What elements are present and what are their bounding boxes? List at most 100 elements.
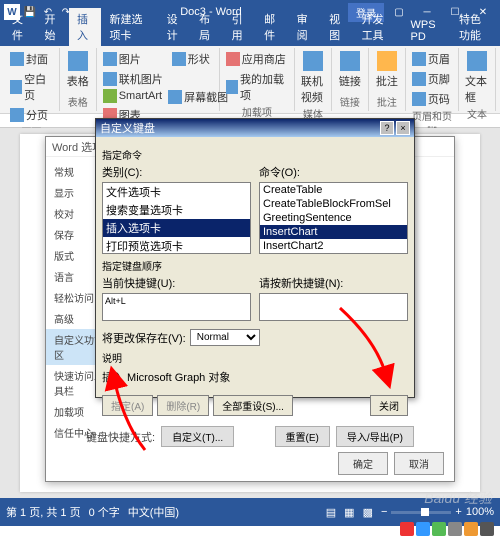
video-button[interactable]: 联机视频 (299, 50, 327, 106)
kb-current-keys[interactable]: Alt+L (102, 293, 251, 321)
tab-file[interactable]: 文件 (4, 8, 36, 46)
kb-command-label: 命令(O): (259, 164, 408, 180)
kb-close-icon[interactable]: × (396, 121, 410, 135)
tab-wps[interactable]: WPS PD (403, 16, 452, 46)
status-words[interactable]: 0 个字 (89, 504, 120, 520)
options-cancel-button[interactable]: 取消 (394, 452, 444, 475)
tab-layout[interactable]: 布局 (191, 8, 223, 46)
zoom-out-icon[interactable]: − (381, 506, 387, 518)
list-item[interactable]: CreateTableBlockFromSel (260, 197, 407, 211)
list-item[interactable]: CreateTable (260, 183, 407, 197)
group-links-label: 链接 (336, 94, 364, 109)
kb-category-list[interactable]: 文件选项卡 搜索变量选项卡 插入选项卡 打印预览选项卡 大纲显示选项卡 背景消除… (102, 182, 251, 254)
table-icon (68, 51, 88, 71)
view-print-icon[interactable]: ▦ (344, 506, 354, 519)
header-icon (412, 52, 426, 66)
smartart-button[interactable]: SmartArt (101, 88, 164, 104)
footer-button[interactable]: 页脚 (410, 70, 454, 88)
kb-section-command: 指定命令 (102, 147, 408, 162)
kb-new-label: 请按新快捷键(N): (259, 275, 408, 291)
kb-dialog-title: 自定义键盘 (100, 120, 155, 136)
ime-icon[interactable] (416, 522, 430, 536)
kb-help-icon[interactable]: ? (380, 121, 394, 135)
footer-icon (412, 72, 426, 86)
kb-reset-button[interactable]: 全部重设(S)... (213, 395, 293, 416)
textbox-icon (467, 51, 487, 71)
kb-savein-select[interactable]: Normal (190, 329, 260, 346)
list-item[interactable]: 打印预览选项卡 (103, 237, 250, 254)
store-button[interactable]: 应用商店 (224, 50, 290, 68)
kb-desc-text: 插入 Microsoft Graph 对象 (102, 367, 408, 387)
list-item[interactable]: GreetingSentence (260, 211, 407, 225)
blank-page-button[interactable]: 空白页 (8, 70, 55, 104)
comment-icon (377, 51, 397, 71)
ime-icon[interactable] (464, 522, 478, 536)
view-read-icon[interactable]: ▤ (326, 506, 336, 519)
pictures-button[interactable]: 图片 (101, 50, 168, 68)
comment-button[interactable]: 批注 (373, 50, 401, 90)
tab-review[interactable]: 审阅 (289, 8, 321, 46)
addins-button[interactable]: 我的加载项 (224, 70, 290, 104)
coverpage-icon (10, 52, 24, 66)
zoom-slider[interactable] (391, 511, 451, 514)
ime-icon[interactable] (480, 522, 494, 536)
screenshot-icon (168, 90, 182, 104)
tab-home[interactable]: 开始 (36, 8, 68, 46)
group-comments-label: 批注 (373, 94, 401, 109)
ime-icon[interactable] (400, 522, 414, 536)
kb-assign-button[interactable]: 指定(A) (102, 395, 153, 416)
shapes-button[interactable]: 形状 (170, 50, 215, 68)
ribbon-tabs: 文件 开始 插入 新建选项卡 设计 布局 引用 邮件 审阅 视图 开发工具 WP… (0, 24, 500, 46)
header-button[interactable]: 页眉 (410, 50, 454, 68)
blankpage-icon (10, 80, 22, 94)
picture-icon (103, 52, 117, 66)
tab-dev[interactable]: 开发工具 (354, 8, 403, 46)
link-icon (340, 51, 360, 71)
smartart-icon (103, 89, 117, 103)
cover-page-button[interactable]: 封面 (8, 50, 55, 68)
store-icon (226, 52, 240, 66)
options-ok-button[interactable]: 确定 (338, 452, 388, 475)
tab-insert[interactable]: 插入 (69, 8, 101, 46)
onlinepic-icon (103, 72, 117, 86)
online-pictures-button[interactable]: 联机图片 (101, 70, 168, 88)
list-item[interactable]: InsertExcelTable (260, 253, 407, 254)
import-export-button[interactable]: 导入/导出(P) (336, 426, 414, 447)
tab-mail[interactable]: 邮件 (256, 8, 288, 46)
list-item[interactable]: 文件选项卡 (103, 183, 250, 201)
tab-design[interactable]: 设计 (159, 8, 191, 46)
group-tables-label: 表格 (64, 94, 92, 109)
watermark: Baidu 经验 (424, 488, 492, 508)
ime-icon[interactable] (432, 522, 446, 536)
page-break-button[interactable]: 分页 (8, 106, 55, 124)
textbox-button[interactable]: 文本框 (463, 50, 491, 106)
list-item[interactable]: 插入选项卡 (103, 219, 250, 237)
tab-custom[interactable]: 新建选项卡 (101, 8, 158, 46)
pagebreak-icon (10, 108, 24, 122)
list-item[interactable]: InsertChart (260, 225, 407, 239)
kb-close-button[interactable]: 关闭 (370, 395, 408, 416)
tab-special[interactable]: 特色功能 (451, 8, 500, 46)
kb-new-key-input[interactable] (259, 293, 408, 321)
status-language[interactable]: 中文(中国) (128, 504, 179, 520)
video-icon (303, 51, 323, 71)
customize-shortcuts-button[interactable]: 自定义(T)... (161, 426, 234, 447)
tab-references[interactable]: 引用 (224, 8, 256, 46)
kb-command-list[interactable]: CreateTable CreateTableBlockFromSel Gree… (259, 182, 408, 254)
kb-desc-label: 说明 (102, 350, 408, 365)
list-item[interactable]: 搜索变量选项卡 (103, 201, 250, 219)
tab-view[interactable]: 视图 (321, 8, 353, 46)
view-web-icon[interactable]: ▩ (363, 506, 373, 519)
ime-icon[interactable] (448, 522, 462, 536)
status-page[interactable]: 第 1 页, 共 1 页 (6, 504, 81, 520)
links-button[interactable]: 链接 (336, 50, 364, 90)
ribbon-bar: 封面 空白页 分页 页面 表格表格 图片 联机图片 形状 SmartArt 图表… (0, 46, 500, 114)
customize-keyboard-dialog: 自定义键盘 ? × 指定命令 类别(C): 文件选项卡 搜索变量选项卡 插入选项… (95, 118, 415, 398)
list-item[interactable]: InsertChart2 (260, 239, 407, 253)
group-addins-label: 加载项 (224, 104, 290, 119)
table-button[interactable]: 表格 (64, 50, 92, 90)
pagenum-button[interactable]: 页码 (410, 90, 454, 108)
reset-button[interactable]: 重置(E) (275, 426, 330, 447)
kb-remove-button[interactable]: 删除(R) (157, 395, 209, 416)
kb-section-sequence: 指定键盘顺序 (102, 258, 408, 273)
